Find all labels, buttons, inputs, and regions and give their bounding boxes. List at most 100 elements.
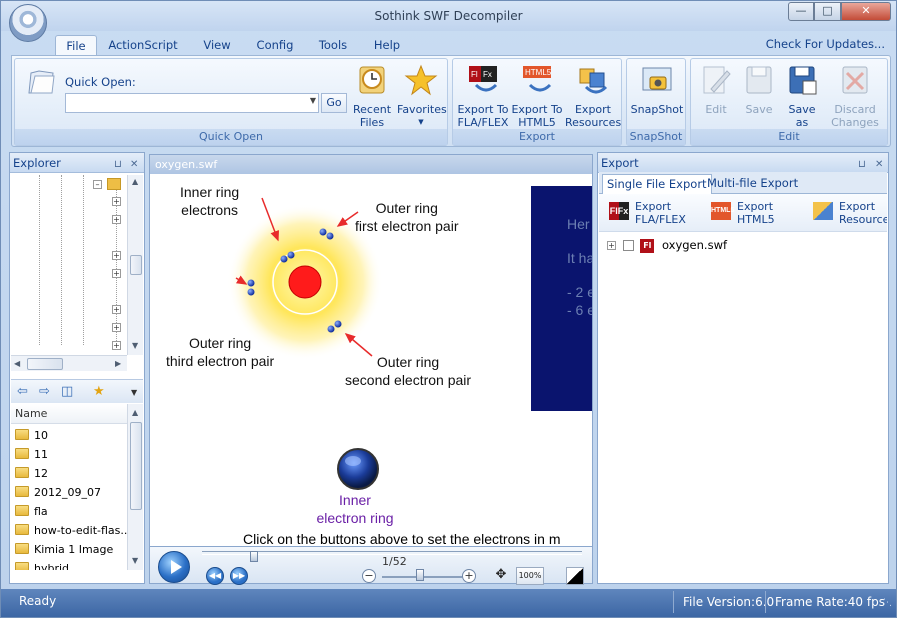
export-resources-button[interactable]: Export Resources bbox=[565, 63, 621, 129]
discard-changes-button[interactable]: Discard Changes bbox=[825, 63, 885, 129]
background-color-button[interactable] bbox=[566, 567, 584, 585]
tree-expand-icon[interactable]: + bbox=[112, 323, 121, 332]
inner-ring-button-label: Inner electron ring bbox=[316, 492, 394, 526]
document-tab-label: oxygen.swf bbox=[155, 158, 218, 171]
folder-icon bbox=[15, 486, 29, 497]
folder-tree: – + + + + + + + bbox=[11, 175, 136, 355]
scroll-up-icon[interactable]: ▲ bbox=[132, 177, 138, 186]
rewind-button[interactable]: ◀◀ bbox=[206, 567, 224, 585]
snapshot-button[interactable]: SnapShot bbox=[629, 63, 685, 116]
discard-icon bbox=[842, 66, 868, 94]
favorites-button[interactable]: Favorites ▼ bbox=[397, 63, 447, 129]
zoom-out-icon[interactable]: − bbox=[362, 569, 376, 583]
ribbon: Quick Open: ▼ Go Recent Files Favorites … bbox=[11, 55, 891, 147]
pan-zoom-icon[interactable]: ✥ bbox=[490, 567, 512, 585]
list-item[interactable]: 2012_09_07 bbox=[15, 484, 101, 502]
play-button[interactable] bbox=[158, 551, 190, 583]
tree-expand-icon[interactable]: + bbox=[112, 341, 121, 350]
folder-icon bbox=[107, 178, 121, 190]
quick-open-input[interactable]: ▼ bbox=[65, 93, 319, 113]
tab-tools[interactable]: Tools bbox=[313, 35, 353, 55]
nav-dropdown-icon[interactable]: ▼ bbox=[131, 388, 137, 397]
minimize-button[interactable]: — bbox=[788, 2, 814, 21]
app-menu-orb-icon[interactable] bbox=[9, 4, 47, 42]
timeline-knob[interactable] bbox=[250, 551, 258, 562]
tab-actionscript[interactable]: ActionScript bbox=[107, 35, 179, 55]
dropdown-arrow-icon[interactable]: ▼ bbox=[310, 96, 316, 105]
folder-icon bbox=[15, 429, 29, 440]
list-item[interactable]: 10 bbox=[15, 427, 48, 445]
column-header-name[interactable]: Name bbox=[11, 404, 128, 424]
tab-config[interactable]: Config bbox=[253, 35, 297, 55]
tree-vertical-scrollbar[interactable]: ▲ ▼ bbox=[127, 175, 143, 355]
scroll-down-icon[interactable]: ▼ bbox=[132, 341, 138, 350]
list-item[interactable]: hybrid bbox=[15, 560, 69, 570]
close-button[interactable]: ✕ bbox=[841, 2, 891, 21]
export-fla-flex-button[interactable]: FlFx Export FLA/FLEX bbox=[609, 198, 705, 228]
list-item[interactable]: 11 bbox=[15, 446, 48, 464]
export-html5-button[interactable]: HTML5 Export To HTML5 bbox=[511, 63, 563, 129]
go-button[interactable]: Go bbox=[321, 93, 347, 113]
tree-expand-icon[interactable]: + bbox=[112, 197, 121, 206]
forward-button[interactable]: ▶▶ bbox=[230, 567, 248, 585]
snapshot-group-label: SnapShot bbox=[627, 129, 685, 145]
recent-files-button[interactable]: Recent Files bbox=[353, 63, 391, 129]
folder-icon bbox=[15, 543, 29, 554]
export-fla-label: Export To FLA/FLEX bbox=[457, 103, 509, 129]
scroll-thumb[interactable] bbox=[130, 422, 142, 510]
inner-ring-button-icon[interactable] bbox=[337, 448, 379, 490]
tree-collapse-icon[interactable]: – bbox=[93, 180, 102, 189]
snapshot-label: SnapShot bbox=[630, 103, 684, 116]
scroll-down-icon[interactable]: ▼ bbox=[132, 556, 138, 565]
tab-file[interactable]: File bbox=[55, 35, 97, 55]
resize-grip-icon[interactable]: ⋱ bbox=[883, 598, 892, 608]
favorites-star-icon[interactable]: ★ bbox=[93, 384, 105, 399]
info-panel: Her It ha - 2 e - 6 e bbox=[531, 186, 593, 411]
save-button[interactable]: Save bbox=[739, 63, 779, 116]
tree-horizontal-scrollbar[interactable]: ◀ ▶ bbox=[11, 355, 127, 371]
edit-button[interactable]: Edit bbox=[695, 63, 737, 116]
maximize-button[interactable]: □ bbox=[814, 2, 841, 21]
export-fla-button[interactable]: Fl Fx Export To FLA/FLEX bbox=[457, 63, 509, 129]
zoom-slider-knob[interactable] bbox=[416, 569, 424, 581]
forward-icon[interactable]: ⇨ bbox=[39, 384, 50, 399]
pin-icon[interactable]: ⊔ bbox=[114, 155, 122, 175]
up-folder-icon[interactable]: ◫ bbox=[61, 384, 73, 399]
tree-expand-icon[interactable]: + bbox=[607, 241, 616, 250]
tab-single-file-export[interactable]: Single File Export bbox=[602, 174, 712, 194]
export-resources-button[interactable]: Export Resources bbox=[813, 198, 887, 228]
scroll-left-icon[interactable]: ◀ bbox=[14, 359, 20, 368]
scroll-up-icon[interactable]: ▲ bbox=[132, 408, 138, 417]
back-icon[interactable]: ⇦ bbox=[17, 384, 28, 399]
list-item[interactable]: fla bbox=[15, 503, 48, 521]
tree-expand-icon[interactable]: + bbox=[112, 215, 121, 224]
tree-expand-icon[interactable]: + bbox=[112, 269, 121, 278]
tab-multi-file-export[interactable]: Multi-file Export bbox=[703, 174, 802, 194]
nucleus bbox=[288, 265, 322, 299]
save-as-icon bbox=[789, 66, 817, 95]
scroll-thumb[interactable] bbox=[130, 255, 142, 275]
document-tab[interactable]: oxygen.swf bbox=[149, 154, 593, 174]
export-html5-button[interactable]: HTML5 Export HTML5 bbox=[711, 198, 801, 228]
save-as-button[interactable]: Save as bbox=[781, 63, 823, 129]
tree-expand-icon[interactable]: + bbox=[112, 305, 121, 314]
tab-help[interactable]: Help bbox=[369, 35, 405, 55]
quick-open-label: Quick Open: bbox=[65, 75, 136, 89]
tab-view[interactable]: View bbox=[197, 35, 237, 55]
close-panel-icon[interactable]: ✕ bbox=[130, 155, 138, 175]
list-item[interactable]: 12 bbox=[15, 465, 48, 483]
list-item[interactable]: Kimia 1 Image bbox=[15, 541, 113, 559]
zoom-in-icon[interactable]: + bbox=[462, 569, 476, 583]
scroll-thumb[interactable] bbox=[27, 358, 63, 370]
file-list-scrollbar[interactable]: ▲ ▼ bbox=[127, 404, 143, 570]
check-updates-link[interactable]: Check For Updates... bbox=[766, 37, 885, 51]
recent-files-label: Recent Files bbox=[353, 103, 392, 129]
file-checkbox[interactable] bbox=[622, 240, 634, 251]
frame-rate: Frame Rate:40 fps bbox=[765, 591, 885, 613]
list-item[interactable]: how-to-edit-flas... bbox=[15, 522, 131, 540]
scroll-right-icon[interactable]: ▶ bbox=[115, 359, 121, 368]
info-line: It ha bbox=[567, 250, 593, 266]
tree-row[interactable]: + Fl oxygen.swf bbox=[607, 237, 727, 253]
zoom-100-button[interactable]: 100% bbox=[516, 567, 544, 585]
tree-expand-icon[interactable]: + bbox=[112, 251, 121, 260]
